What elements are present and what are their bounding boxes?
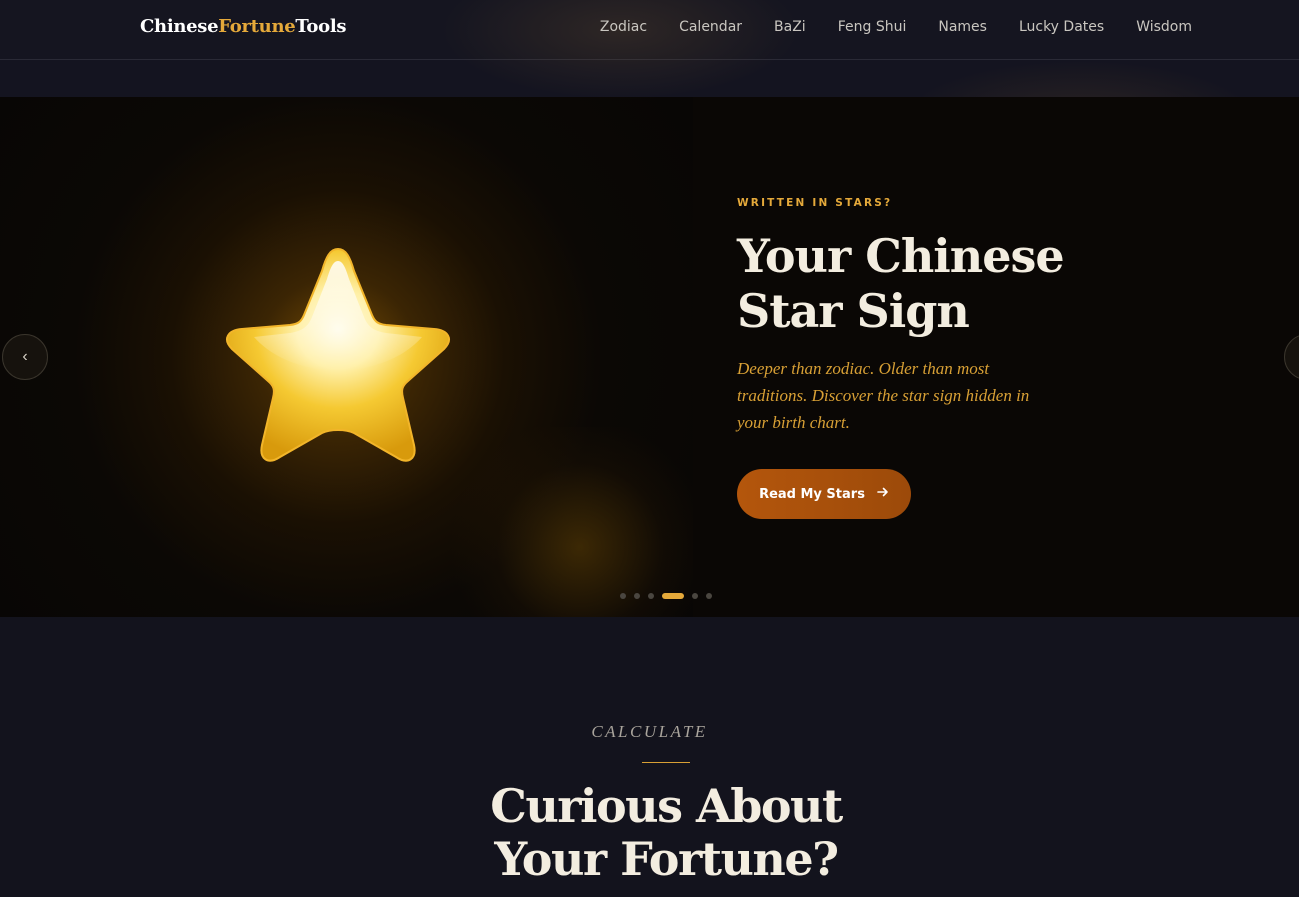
hero-glow bbox=[440, 427, 720, 617]
nav-item-names[interactable]: Names bbox=[938, 19, 987, 35]
glowing-star-icon bbox=[222, 243, 454, 465]
chevron-left-icon: ‹ bbox=[22, 348, 28, 365]
hero-description: Deeper than zodiac. Older than most trad… bbox=[737, 359, 1030, 432]
calculate-section: CALCULATE Curious About Your Fortune? bbox=[0, 617, 1299, 897]
nav-item-calendar[interactable]: Calendar bbox=[679, 19, 742, 35]
logo-part-2: Fortune bbox=[218, 16, 296, 37]
nav-item-lucky-dates[interactable]: Lucky Dates bbox=[1019, 19, 1104, 35]
slider-dot-3[interactable] bbox=[648, 593, 654, 599]
slider-dot-1[interactable] bbox=[620, 593, 626, 599]
section-kicker: CALCULATE bbox=[591, 722, 708, 741]
site-header: ChineseFortuneTools Zodiac Calendar BaZi… bbox=[0, 0, 1299, 100]
slider-dot-5[interactable] bbox=[692, 593, 698, 599]
slider-prev-button[interactable]: ‹ bbox=[2, 334, 48, 380]
main-nav: Zodiac Calendar BaZi Feng Shui Names Luc… bbox=[600, 19, 1192, 35]
section-title: Curious About Your Fortune? bbox=[490, 779, 843, 886]
subbar-glow bbox=[900, 60, 1260, 97]
hero-eyebrow: WRITTEN IN STARS? bbox=[737, 197, 893, 209]
slider-dots bbox=[620, 593, 712, 599]
logo-part-3: Tools bbox=[295, 16, 347, 37]
hero-slider: WRITTEN IN STARS? Your Chinese Star Sign… bbox=[0, 97, 1299, 617]
nav-item-feng-shui[interactable]: Feng Shui bbox=[838, 19, 907, 35]
header-glow bbox=[440, 0, 800, 100]
slider-dot-2[interactable] bbox=[634, 593, 640, 599]
hero-title: Your Chinese Star Sign bbox=[737, 229, 1065, 338]
slider-dot-6[interactable] bbox=[706, 593, 712, 599]
cta-label: Read My Stars bbox=[759, 486, 865, 502]
logo-part-1: Chinese bbox=[140, 16, 219, 37]
nav-item-zodiac[interactable]: Zodiac bbox=[600, 19, 647, 35]
slider-dot-4[interactable] bbox=[662, 593, 684, 599]
nav-item-bazi[interactable]: BaZi bbox=[774, 19, 806, 35]
kicker-divider bbox=[642, 762, 690, 763]
nav-item-wisdom[interactable]: Wisdom bbox=[1136, 19, 1192, 35]
arrow-right-icon bbox=[877, 486, 889, 502]
site-logo[interactable]: ChineseFortuneTools bbox=[140, 16, 347, 37]
page: ChineseFortuneTools Zodiac Calendar BaZi… bbox=[0, 0, 1299, 897]
read-my-stars-button[interactable]: Read My Stars bbox=[737, 469, 911, 519]
